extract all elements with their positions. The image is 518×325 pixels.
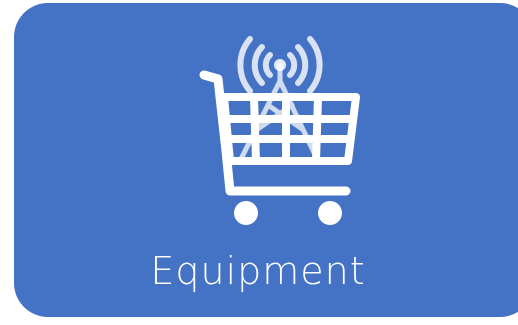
equipment-tile[interactable]: Equipment [14, 3, 518, 317]
tile-label: Equipment [150, 249, 366, 293]
shopping-cart-antenna-icon [196, 33, 364, 229]
cart-wheel-left [234, 201, 258, 225]
cart-wheel-right [318, 201, 342, 225]
